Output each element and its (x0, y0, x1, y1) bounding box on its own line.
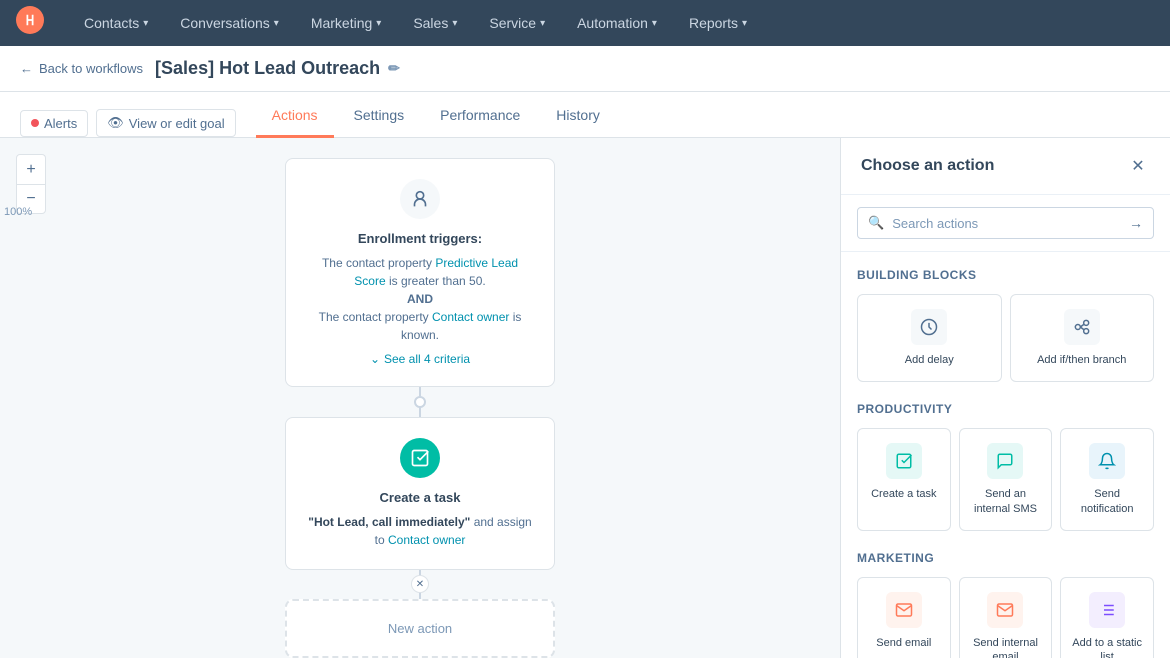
action-title: Create a task (306, 490, 534, 505)
chevron-down-icon: ▾ (376, 18, 381, 29)
action-description: "Hot Lead, call immediately" and assign … (306, 513, 534, 549)
if-then-icon (1064, 309, 1100, 345)
action-icon (400, 438, 440, 478)
section-marketing-title: Marketing (857, 551, 1154, 565)
send-internal-sms-card[interactable]: Send an internal SMS (959, 428, 1053, 531)
tab-history[interactable]: History (540, 95, 616, 138)
tab-actions[interactable]: Actions (256, 95, 334, 138)
workflow-nodes: Enrollment triggers: The contact propert… (0, 138, 840, 658)
tab-actions-group: Alerts 👁 View or edit goal (20, 109, 236, 137)
nav-service[interactable]: Service ▾ (473, 0, 561, 46)
search-submit-icon[interactable]: → (1129, 215, 1143, 231)
chevron-down-icon: ▾ (143, 18, 148, 29)
add-to-static-list-label: Add to a static list (1071, 636, 1143, 658)
send-notification-label: Send notification (1071, 487, 1143, 516)
tabs-bar: Alerts 👁 View or edit goal Actions Setti… (0, 92, 1170, 138)
send-email-label: Send email (868, 636, 940, 650)
close-panel-button[interactable]: ✕ (1126, 154, 1150, 178)
send-internal-sms-label: Send an internal SMS (970, 487, 1042, 516)
choose-action-panel: Choose an action ✕ 🔍 → Building blocks (840, 138, 1170, 658)
panel-header: Choose an action ✕ (841, 138, 1170, 195)
add-delay-label: Add delay (868, 353, 991, 367)
nav-automation[interactable]: Automation ▾ (561, 0, 673, 46)
back-arrow-icon: ← (20, 61, 33, 76)
nav-conversations[interactable]: Conversations ▾ (164, 0, 295, 46)
trigger-description: The contact property Predictive Lead Sco… (306, 254, 534, 344)
send-email-card[interactable]: Send email (857, 577, 951, 658)
add-delay-card[interactable]: Add delay (857, 294, 1002, 382)
email-icon (886, 592, 922, 628)
delay-icon (911, 309, 947, 345)
workflow-canvas: + − 100% Enrollment triggers: (0, 138, 840, 658)
if-then-label: Add if/then branch (1021, 353, 1144, 367)
remove-connector-button[interactable]: ✕ (411, 575, 429, 593)
panel-title: Choose an action (861, 157, 994, 175)
search-container: 🔍 → (841, 195, 1170, 252)
alerts-button[interactable]: Alerts (20, 110, 88, 137)
connector-dot (414, 396, 426, 408)
nav-contacts[interactable]: Contacts ▾ (68, 0, 164, 46)
notification-icon (1089, 443, 1125, 479)
nav-marketing[interactable]: Marketing ▾ (295, 0, 398, 46)
sub-header: ← Back to workflows [Sales] Hot Lead Out… (0, 46, 1170, 92)
marketing-grid: Send email Send internal email (857, 577, 1154, 658)
chevron-icon: ⌄ (370, 352, 380, 366)
connector-1 (419, 387, 421, 417)
chevron-down-icon: ▾ (742, 18, 747, 29)
workflow-title: [Sales] Hot Lead Outreach ✏ (155, 58, 400, 79)
action-node[interactable]: Create a task "Hot Lead, call immediatel… (285, 417, 555, 570)
send-notification-card[interactable]: Send notification (1060, 428, 1154, 531)
building-blocks-grid: Add delay Add if/then branch (857, 294, 1154, 382)
add-if-then-card[interactable]: Add if/then branch (1010, 294, 1155, 382)
add-to-static-list-card[interactable]: Add to a static list (1060, 577, 1154, 658)
panel-content: Building blocks Add delay (841, 252, 1170, 658)
internal-email-icon (987, 592, 1023, 628)
task-icon (886, 443, 922, 479)
search-box: 🔍 → (857, 207, 1154, 239)
eye-icon: 👁 (107, 115, 124, 131)
sms-icon (987, 443, 1023, 479)
alert-dot (31, 119, 39, 127)
search-icon: 🔍 (868, 215, 884, 231)
trigger-icon (400, 179, 440, 219)
new-action-node[interactable]: New action (285, 599, 555, 658)
chevron-down-icon: ▾ (540, 18, 545, 29)
tab-performance[interactable]: Performance (424, 95, 536, 138)
trigger-title: Enrollment triggers: (306, 231, 534, 246)
connector-2: ✕ (419, 570, 421, 600)
nav-reports[interactable]: Reports ▾ (673, 0, 763, 46)
top-navigation: Contacts ▾ Conversations ▾ Marketing ▾ S… (0, 0, 1170, 46)
hubspot-logo (16, 6, 44, 40)
main-layout: + − 100% Enrollment triggers: (0, 138, 1170, 658)
tab-settings[interactable]: Settings (338, 95, 421, 138)
send-internal-email-label: Send internal email (970, 636, 1042, 658)
productivity-grid: Create a task Send an internal SMS (857, 428, 1154, 531)
section-productivity-title: Productivity (857, 402, 1154, 416)
see-all-criteria-button[interactable]: ⌄ See all 4 criteria (370, 352, 470, 366)
send-internal-email-card[interactable]: Send internal email (959, 577, 1053, 658)
nav-sales[interactable]: Sales ▾ (397, 0, 473, 46)
chevron-down-icon: ▾ (274, 18, 279, 29)
static-list-icon (1089, 592, 1125, 628)
chevron-down-icon: ▾ (652, 18, 657, 29)
create-task-card[interactable]: Create a task (857, 428, 951, 531)
trigger-node[interactable]: Enrollment triggers: The contact propert… (285, 158, 555, 387)
view-goal-button[interactable]: 👁 View or edit goal (96, 109, 235, 137)
back-button[interactable]: ← Back to workflows (20, 61, 143, 76)
section-building-blocks-title: Building blocks (857, 268, 1154, 282)
chevron-down-icon: ▾ (452, 18, 457, 29)
edit-icon[interactable]: ✏ (388, 60, 400, 77)
create-task-label: Create a task (868, 487, 940, 501)
search-input[interactable] (892, 216, 1121, 231)
